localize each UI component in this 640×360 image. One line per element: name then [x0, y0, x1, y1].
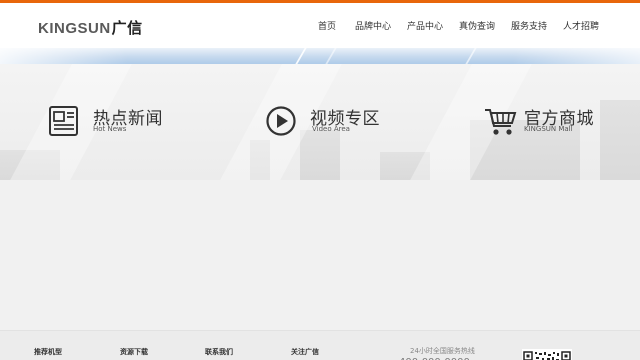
footer-link-contact[interactable]: 联系我们: [205, 347, 233, 357]
content-area: [0, 180, 640, 330]
newspaper-icon: [49, 106, 78, 136]
feature-official-mall[interactable]: 官方商城 KINGSUN Mall: [482, 104, 612, 140]
nav-item-product-center[interactable]: 产品中心: [407, 19, 443, 32]
play-circle-icon: [266, 106, 296, 136]
hero-banner: [0, 48, 640, 64]
hotline-label: 24小时全国服务热线: [410, 347, 475, 355]
nav-item-service-support[interactable]: 服务支持: [511, 19, 547, 32]
feature-strip: 热点新闻 Hot News 视频专区 Video Area 官方商城 KINGS…: [0, 64, 640, 180]
nav-item-brand-center[interactable]: 品牌中心: [355, 19, 391, 32]
footer-link-follow[interactable]: 关注广信: [291, 347, 319, 357]
feature-subtitle: Hot News: [93, 125, 127, 133]
feature-hot-news[interactable]: 热点新闻 Hot News: [48, 104, 178, 140]
header: KINGSUN广信 首页 品牌中心 产品中心 真伪查询 服务支持 人才招聘: [0, 3, 640, 48]
footer-link-downloads[interactable]: 资源下载: [120, 347, 148, 357]
footer: 推荐机型 资源下载 联系我们 关注广信 24小时全国服务热线 400-000-0…: [0, 330, 640, 360]
main-nav: 首页 品牌中心 产品中心 真伪查询 服务支持 人才招聘: [0, 19, 640, 35]
shopping-cart-icon: [485, 109, 517, 135]
nav-item-careers[interactable]: 人才招聘: [563, 19, 599, 32]
feature-video-area[interactable]: 视频专区 Video Area: [265, 104, 395, 140]
nav-item-authenticity-check[interactable]: 真伪查询: [459, 19, 495, 32]
footer-link-recommended-models[interactable]: 推荐机型: [34, 347, 62, 357]
feature-subtitle: Video Area: [312, 125, 350, 133]
qr-code-icon: [522, 349, 572, 360]
nav-item-home[interactable]: 首页: [318, 19, 336, 32]
feature-subtitle: KINGSUN Mall: [524, 125, 573, 133]
